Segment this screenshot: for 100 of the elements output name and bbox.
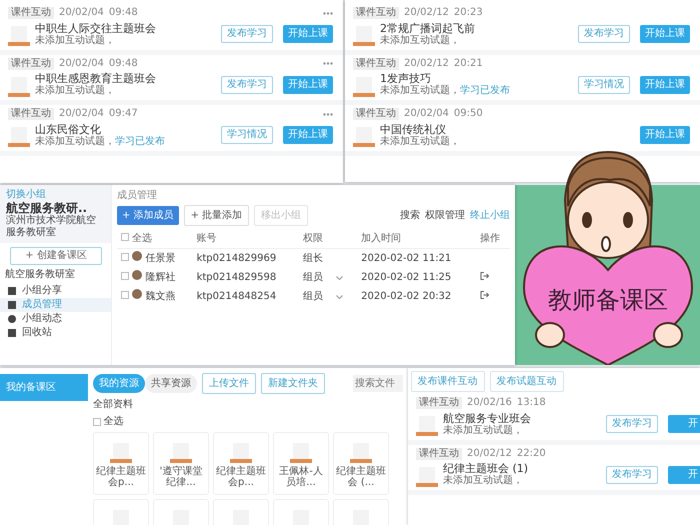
start-class-button[interactable]: 开始上课 bbox=[640, 25, 690, 44]
lesson-title: 中职生感恩教育主题班会 bbox=[35, 72, 157, 86]
publish-button[interactable]: 发布学习 bbox=[606, 466, 658, 484]
publish-button[interactable]: 发布课件互动 bbox=[410, 370, 484, 392]
resource-tab[interactable]: 我的资源 bbox=[93, 374, 145, 393]
lesson-note: 未添加互动试题，学习已发布 bbox=[35, 136, 166, 148]
column-header: 账号 bbox=[196, 232, 217, 244]
lesson-date: 20/02/04 bbox=[59, 58, 104, 70]
file-tile[interactable]: '遵守课堂纪律... bbox=[153, 432, 209, 494]
breadcrumb-text: 成员管理 bbox=[117, 188, 158, 202]
exit-icon[interactable] bbox=[480, 272, 490, 280]
add-member-button[interactable]: + 添加成员 bbox=[117, 206, 179, 225]
start-class-button[interactable]: 开始上课 bbox=[640, 126, 690, 144]
batch-add-button[interactable]: + 批量添加 bbox=[184, 205, 250, 226]
type-tag: 课件互动 bbox=[353, 7, 399, 19]
type-tag: 课件互动 bbox=[8, 108, 54, 120]
role-cell: 组员 bbox=[302, 290, 323, 302]
column-header: 加入时间 bbox=[361, 232, 402, 244]
lesson-time: 09:48 bbox=[108, 58, 138, 70]
search-field[interactable]: 搜索文件 bbox=[353, 375, 403, 392]
file-tile[interactable]: 纪律主题班会p... bbox=[213, 432, 269, 494]
row-checkbox[interactable] bbox=[121, 252, 129, 260]
section-label: 航空服务教研室 bbox=[4, 269, 76, 282]
create-button[interactable]: + 创建备课区 bbox=[10, 247, 102, 266]
joined-time-cell: 2020-02-02 11:25 bbox=[361, 272, 452, 282]
lesson-note: 未添加互动试题， bbox=[443, 424, 524, 437]
lesson-time: 09:48 bbox=[108, 7, 138, 19]
type-tag: 课件互动 bbox=[8, 7, 54, 19]
exit-icon[interactable] bbox=[480, 290, 490, 298]
account-cell: ktp0214848254 bbox=[196, 290, 276, 302]
permission-link[interactable]: 权限管理 bbox=[425, 208, 465, 223]
lesson-time: 09:47 bbox=[108, 108, 138, 120]
lesson-title: 航空服务专业班会 bbox=[443, 412, 532, 424]
avatar-icon bbox=[132, 288, 142, 298]
lesson-note: 未添加互动试题， bbox=[35, 34, 116, 47]
publish-button[interactable]: 发布试题互动 bbox=[490, 370, 564, 392]
lesson-title: 山东民俗文化 bbox=[35, 122, 102, 136]
lesson-time: 13:18 bbox=[516, 397, 546, 409]
upload-button[interactable]: 上传文件 bbox=[202, 373, 256, 394]
nav-item[interactable]: 回收站 bbox=[0, 326, 111, 340]
file-tile[interactable]: 王佩林-人员培... bbox=[273, 432, 329, 494]
back-link[interactable]: 切换小组 bbox=[6, 189, 46, 201]
start-class-button[interactable]: 开 bbox=[668, 466, 700, 484]
publish-button[interactable]: 学习情况 bbox=[221, 126, 273, 144]
avatar-icon bbox=[132, 250, 142, 260]
lesson-time: 20:23 bbox=[454, 7, 483, 19]
lesson-title: 中国传统礼仪 bbox=[380, 122, 447, 136]
start-class-button[interactable]: 开始上课 bbox=[283, 25, 333, 44]
lesson-date: 20/02/12 bbox=[404, 7, 449, 19]
more-icon[interactable] bbox=[323, 62, 333, 66]
start-class-button[interactable]: 开始上课 bbox=[283, 126, 333, 144]
nav-item[interactable]: 小组分享 bbox=[0, 284, 111, 298]
joined-time-cell: 2020-02-02 20:32 bbox=[361, 290, 452, 302]
lesson-title: 1发声技巧 bbox=[380, 72, 431, 86]
lesson-note: 未添加互动试题， bbox=[380, 34, 460, 47]
publish-button[interactable]: 发布学习 bbox=[606, 415, 658, 434]
select-all-checkbox[interactable] bbox=[121, 232, 129, 240]
group-organization: 滨州市技术学院航空服务教研室 bbox=[6, 215, 97, 240]
search-link[interactable]: 搜索 bbox=[400, 208, 420, 223]
checkbox-label: 全选 bbox=[104, 414, 124, 429]
joined-time-cell: 2020-02-02 11:21 bbox=[361, 252, 452, 264]
sidebar-item[interactable]: 我的备课区 bbox=[0, 374, 88, 401]
column-header: 操作 bbox=[480, 232, 500, 244]
role-cell: 组员 bbox=[302, 272, 323, 282]
start-class-button[interactable]: 开始上课 bbox=[283, 76, 333, 94]
lesson-time: 20:21 bbox=[454, 58, 483, 70]
nav-item[interactable]: 成员管理 bbox=[0, 298, 111, 312]
publish-button[interactable]: 发布学习 bbox=[578, 25, 630, 44]
row-checkbox[interactable] bbox=[121, 272, 129, 280]
file-tile[interactable]: 纪律主题班会 (... bbox=[333, 432, 389, 494]
avatar-icon bbox=[132, 270, 142, 280]
lesson-note: 未添加互动试题， bbox=[380, 136, 461, 148]
lesson-note: 未添加互动试题， bbox=[443, 475, 524, 488]
more-icon[interactable] bbox=[323, 112, 333, 116]
lesson-date: 20/02/12 bbox=[404, 58, 449, 70]
member-name: 隆辉社 bbox=[145, 272, 176, 282]
column-header: 全选 bbox=[132, 232, 152, 244]
account-cell: ktp0214829598 bbox=[196, 272, 276, 282]
nav-item[interactable]: 小组动态 bbox=[0, 312, 111, 326]
new-folder-button[interactable]: 新建文件夹 bbox=[261, 373, 325, 394]
lesson-time: 22:20 bbox=[516, 448, 546, 460]
start-class-button[interactable]: 开始上课 bbox=[640, 76, 690, 94]
row-checkbox[interactable] bbox=[121, 290, 129, 298]
publish-button[interactable]: 发布学习 bbox=[221, 25, 273, 44]
stop-group-link[interactable]: 终止小组 bbox=[470, 208, 510, 223]
checkbox[interactable] bbox=[93, 418, 101, 426]
banner-title: 教师备课区 bbox=[548, 286, 668, 314]
lesson-date: 20/02/04 bbox=[59, 7, 104, 19]
resource-tab[interactable]: 共享资源 bbox=[145, 374, 197, 393]
member-name: 魏文燕 bbox=[145, 290, 176, 302]
publish-button[interactable]: 学习情况 bbox=[578, 76, 630, 94]
caret-icon[interactable] bbox=[336, 294, 343, 298]
start-class-button[interactable]: 开 bbox=[668, 415, 700, 434]
publish-button[interactable]: 发布学习 bbox=[221, 76, 273, 94]
file-tile[interactable]: 纪律主题班会p... bbox=[93, 432, 149, 494]
role-cell: 组长 bbox=[302, 252, 323, 264]
more-icon[interactable] bbox=[323, 12, 333, 14]
type-tag: 课件互动 bbox=[353, 58, 399, 70]
caret-icon[interactable] bbox=[336, 276, 343, 280]
type-tag: 课件互动 bbox=[353, 108, 399, 120]
